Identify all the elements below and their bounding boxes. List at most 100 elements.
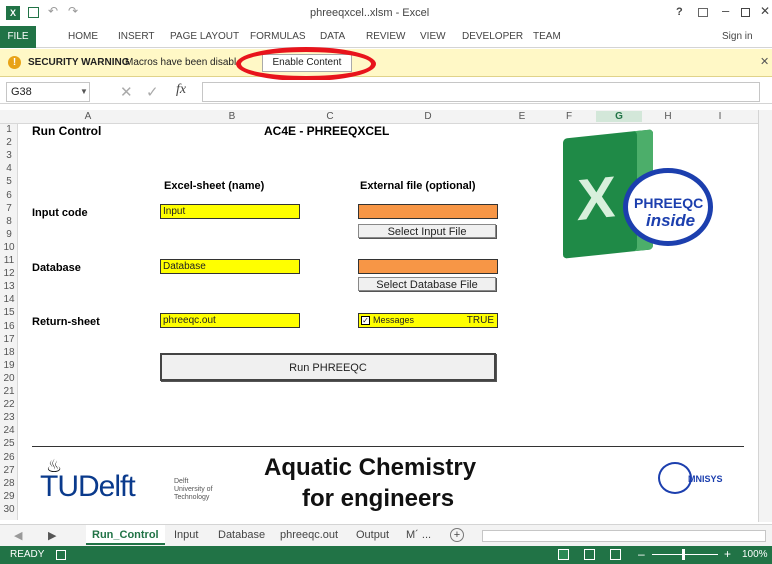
sign-in-link[interactable]: Sign in: [722, 31, 753, 42]
confirm-formula-icon[interactable]: ✓: [146, 83, 159, 101]
row-header[interactable]: 30: [0, 504, 18, 515]
close-icon[interactable]: ✕: [760, 4, 770, 18]
row-header[interactable]: 8: [0, 216, 18, 227]
undo-icon[interactable]: ↶: [48, 4, 58, 18]
database-file-path[interactable]: [358, 259, 498, 274]
row-header[interactable]: 22: [0, 399, 18, 410]
col-header-f[interactable]: F: [542, 111, 596, 122]
sheet-tab-input[interactable]: Input: [174, 529, 198, 541]
row-header[interactable]: 27: [0, 465, 18, 476]
col-header-e[interactable]: E: [502, 111, 542, 122]
zoom-out-icon[interactable]: –: [638, 547, 645, 561]
tab-home[interactable]: HOME: [68, 31, 98, 42]
footer-heading-1: Aquatic Chemistry: [264, 454, 477, 481]
sheet-nav-next-icon[interactable]: ▶: [48, 529, 56, 542]
maximize-icon[interactable]: [741, 8, 750, 17]
help-icon[interactable]: ?: [676, 6, 683, 18]
row-header[interactable]: 21: [0, 386, 18, 397]
row-header[interactable]: 6: [0, 190, 18, 201]
row-header[interactable]: 17: [0, 334, 18, 345]
database-field[interactable]: Database: [160, 259, 300, 274]
col-header-d[interactable]: D: [354, 111, 502, 122]
row-header[interactable]: 29: [0, 491, 18, 502]
zoom-level[interactable]: 100%: [742, 549, 768, 560]
save-icon[interactable]: [28, 7, 39, 18]
col-header-a[interactable]: A: [18, 111, 158, 122]
normal-view-icon[interactable]: [558, 549, 569, 560]
row-header[interactable]: 20: [0, 373, 18, 384]
col-header-i[interactable]: I: [694, 111, 746, 122]
sheet-tab-output[interactable]: Output: [356, 529, 389, 541]
row-header[interactable]: 23: [0, 412, 18, 423]
row-header[interactable]: 14: [0, 294, 18, 305]
select-database-file-button[interactable]: Select Database File: [358, 277, 496, 291]
zoom-slider[interactable]: [652, 554, 718, 555]
cancel-formula-icon[interactable]: ✕: [120, 83, 133, 101]
sheet-nav-prev-icon[interactable]: ◀: [14, 529, 22, 542]
row-header[interactable]: 10: [0, 242, 18, 253]
tab-developer[interactable]: DEVELOPER: [462, 31, 523, 42]
vertical-scrollbar[interactable]: [758, 110, 772, 522]
name-box[interactable]: G38: [6, 82, 90, 102]
row-header[interactable]: 9: [0, 229, 18, 240]
row-header[interactable]: 11: [0, 255, 18, 266]
messages-checkbox[interactable]: ✓: [361, 316, 370, 326]
formula-input[interactable]: [202, 82, 760, 102]
row-header[interactable]: 5: [0, 176, 18, 187]
run-phreeqc-button[interactable]: Run PHREEQC: [160, 353, 496, 381]
add-sheet-icon[interactable]: +: [450, 528, 464, 542]
horizontal-scrollbar[interactable]: [482, 530, 766, 542]
minimize-icon[interactable]: –: [722, 3, 729, 18]
row-header[interactable]: 7: [0, 203, 18, 214]
name-box-dropdown-icon[interactable]: ▼: [80, 87, 88, 96]
row-header[interactable]: 19: [0, 360, 18, 371]
close-warning-icon[interactable]: ✕: [760, 55, 769, 68]
excel-app-icon[interactable]: X: [6, 6, 20, 20]
window-title: phreeqxcel..xlsm - Excel: [310, 7, 430, 19]
zoom-in-icon[interactable]: +: [724, 547, 731, 561]
tab-formulas[interactable]: FORMULAS: [250, 31, 306, 42]
sheet-grid[interactable]: Run Control AC4E - PHREEQXCEL Excel-shee…: [18, 124, 758, 520]
row-header[interactable]: 26: [0, 452, 18, 463]
row-header[interactable]: 25: [0, 438, 18, 449]
page-break-view-icon[interactable]: [610, 549, 621, 560]
row-header[interactable]: 16: [0, 321, 18, 332]
return-sheet-field[interactable]: phreeqc.out: [160, 313, 300, 328]
col-header-g[interactable]: G: [596, 111, 642, 122]
sheet-tab-phreeqc-out[interactable]: phreeqc.out: [280, 529, 338, 541]
column-headers: A B C D E F G H I: [0, 110, 772, 124]
row-header[interactable]: 28: [0, 478, 18, 489]
row-header[interactable]: 13: [0, 281, 18, 292]
row-header[interactable]: 18: [0, 347, 18, 358]
zoom-slider-thumb[interactable]: [682, 549, 685, 560]
row-header[interactable]: 15: [0, 307, 18, 318]
insert-function-icon[interactable]: fx: [176, 82, 186, 98]
messages-field[interactable]: ✓ Messages TRUE: [358, 313, 498, 328]
col-header-h[interactable]: H: [642, 111, 694, 122]
select-input-file-button[interactable]: Select Input File: [358, 224, 496, 238]
sheet-tab-run-control[interactable]: Run_Control: [86, 525, 165, 545]
input-file-path[interactable]: [358, 204, 498, 219]
input-code-field[interactable]: Input: [160, 204, 300, 219]
tab-review[interactable]: REVIEW: [366, 31, 405, 42]
col-header-c[interactable]: C: [306, 111, 354, 122]
row-header[interactable]: 1: [0, 124, 18, 135]
tab-data[interactable]: DATA: [320, 31, 345, 42]
row-header[interactable]: 12: [0, 268, 18, 279]
tab-file[interactable]: FILE: [0, 26, 36, 48]
row-header[interactable]: 3: [0, 150, 18, 161]
tab-view[interactable]: VIEW: [420, 31, 446, 42]
tab-page-layout[interactable]: PAGE LAYOUT: [170, 31, 239, 42]
sheet-tab-database[interactable]: Database: [218, 529, 265, 541]
row-header[interactable]: 4: [0, 163, 18, 174]
row-header[interactable]: 24: [0, 425, 18, 436]
tab-team[interactable]: TEAM: [533, 31, 561, 42]
redo-icon[interactable]: ↷: [68, 4, 78, 18]
col-header-b[interactable]: B: [158, 111, 306, 122]
sheet-tab-more[interactable]: M´ ...: [406, 529, 431, 541]
row-header[interactable]: 2: [0, 137, 18, 148]
page-layout-view-icon[interactable]: [584, 549, 595, 560]
tab-insert[interactable]: INSERT: [118, 31, 155, 42]
macro-record-icon[interactable]: [56, 550, 66, 560]
ribbon-display-icon[interactable]: [698, 8, 708, 17]
